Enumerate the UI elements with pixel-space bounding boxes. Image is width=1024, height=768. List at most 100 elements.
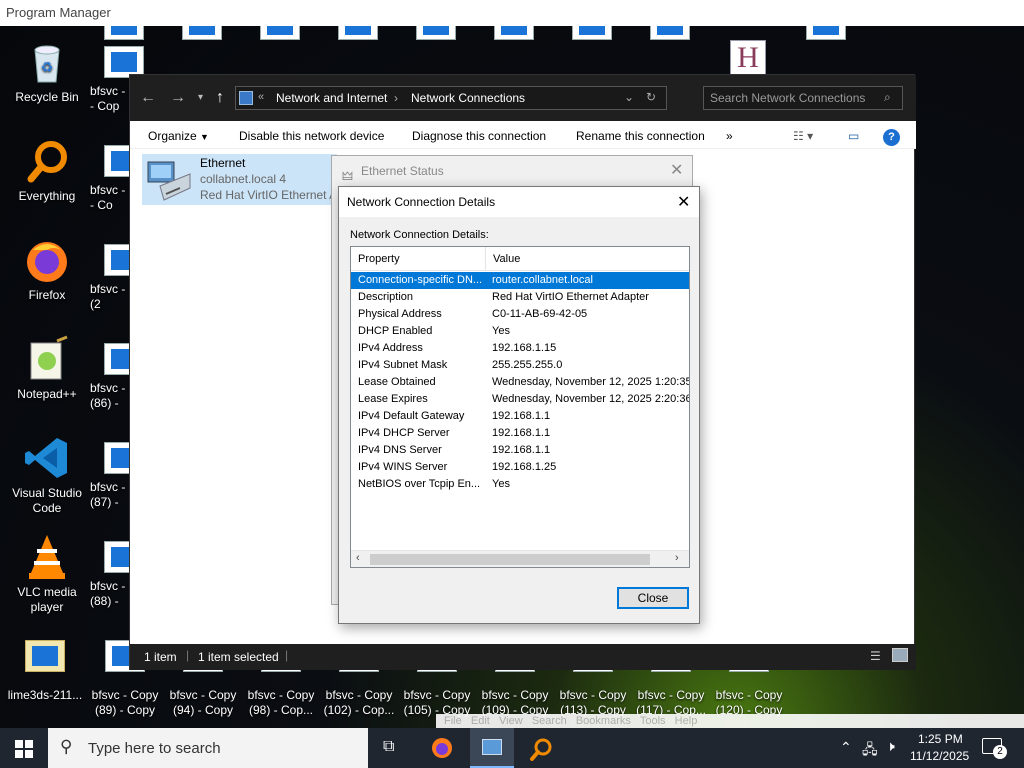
desktop-icon-recycle-bin[interactable]: ♻ Recycle Bin xyxy=(4,38,90,105)
details-row[interactable]: Description Red Hat VirtIO Ethernet Adapt… xyxy=(351,289,689,306)
item-count: 1 item xyxy=(144,650,177,664)
desktop-icon-label: Everything xyxy=(18,189,76,203)
property-cell: Description xyxy=(358,291,414,303)
desktop-icon-partial[interactable] xyxy=(572,26,612,40)
large-icons-view-icon[interactable] xyxy=(892,648,908,662)
back-icon[interactable]: ← xyxy=(140,89,156,107)
details-row[interactable]: IPv4 DHCP Server 192.168.1.1 xyxy=(351,425,689,442)
h-app-icon[interactable]: H xyxy=(730,40,766,76)
clock-time[interactable]: 1:25 PM xyxy=(918,732,963,746)
firefox-menubar: File Edit View Search Bookmarks Tools He… xyxy=(436,714,1024,728)
breadcrumb-item[interactable]: Network and Internet xyxy=(276,91,387,105)
desktop-icon-partial[interactable] xyxy=(416,26,456,40)
breadcrumb-overflow-icon[interactable]: « xyxy=(258,91,264,103)
details-row[interactable]: Lease Obtained Wednesday, November 12, 20… xyxy=(351,374,689,391)
desktop-icon-lime3ds[interactable]: lime3ds-211... xyxy=(6,640,84,703)
details-row[interactable]: Physical Address C0-11-AB-69-42-05 xyxy=(351,306,689,323)
taskbar-search[interactable]: ⚲ Type here to search xyxy=(48,728,368,768)
address-path[interactable]: « Network and Internet › Network Connect… xyxy=(235,86,667,110)
details-row[interactable]: IPv4 WINS Server 192.168.1.25 xyxy=(351,459,689,476)
desktop-icon-vscode[interactable]: Visual Studio Code xyxy=(4,434,90,516)
property-cell: Connection-specific DN... xyxy=(358,274,483,286)
search-box[interactable]: Search Network Connections ⌕ xyxy=(703,86,903,110)
network-details-dialog: Network Connection Details ✕ Network Con… xyxy=(338,186,700,624)
recent-dropdown-icon[interactable]: ▾ xyxy=(198,92,203,103)
view-options-icon[interactable]: ☷ ▾ xyxy=(793,125,813,147)
more-commands-button[interactable]: » xyxy=(726,125,733,147)
up-icon[interactable]: ↑ xyxy=(216,89,224,107)
forward-icon[interactable]: → xyxy=(170,89,186,107)
dialog-title: Network Connection Details xyxy=(347,195,496,209)
desktop-icon-label: bfsvc - (87) - xyxy=(90,480,126,509)
breadcrumb-item[interactable]: Network Connections xyxy=(411,91,525,105)
desktop-icon-firefox[interactable]: Firefox xyxy=(4,236,90,303)
scroll-right-icon[interactable]: › xyxy=(675,552,679,564)
details-view-icon[interactable]: ☰ xyxy=(870,649,881,663)
desktop-icon-label: bfsvc - (88) - xyxy=(90,579,126,608)
value-cell: 192.168.1.1 xyxy=(492,427,551,439)
details-row[interactable]: Connection-specific DN... router.collabne… xyxy=(351,272,689,289)
desktop-icon-vlc[interactable]: VLC media player xyxy=(4,533,90,615)
chevron-down-icon[interactable]: ⌄ xyxy=(624,90,634,104)
diagnose-button[interactable]: Diagnose this connection xyxy=(412,125,546,147)
details-row[interactable]: NetBIOS over Tcpip En... Yes xyxy=(351,476,689,493)
connection-name: Ethernet xyxy=(200,156,246,170)
close-button[interactable]: Close xyxy=(617,587,689,609)
property-cell: IPv4 DNS Server xyxy=(358,444,442,456)
close-icon[interactable]: ✕ xyxy=(677,192,690,212)
connection-network: collabnet.local 4 xyxy=(200,172,287,186)
desktop-icon-label: Notepad++ xyxy=(17,387,77,401)
scrollbar-thumb[interactable] xyxy=(370,554,650,565)
details-row[interactable]: DHCP Enabled Yes xyxy=(351,323,689,340)
rename-button[interactable]: Rename this connection xyxy=(576,125,705,147)
value-cell: Wednesday, November 12, 2025 1:20:35 xyxy=(492,376,689,388)
network-connections-icon xyxy=(482,739,502,755)
network-tray-icon[interactable]: 🖧 xyxy=(862,739,878,763)
desktop-icon-label: bfsvc - Copy (117) - Cop... xyxy=(636,688,706,717)
scroll-left-icon[interactable]: ‹ xyxy=(356,552,360,564)
ethernet-status-title: Ethernet Status xyxy=(361,164,444,178)
clock-date[interactable]: 11/12/2025 xyxy=(910,749,969,763)
desktop-icon-partial[interactable] xyxy=(650,26,690,40)
desktop-icon-partial[interactable] xyxy=(104,26,144,40)
network-connections-taskbar-button[interactable] xyxy=(470,728,514,768)
desktop-icon-partial[interactable] xyxy=(806,26,846,40)
details-row[interactable]: IPv4 DNS Server 192.168.1.1 xyxy=(351,442,689,459)
column-header-property[interactable]: Property xyxy=(351,247,486,271)
task-view-icon[interactable]: ⧉ xyxy=(383,738,394,756)
desktop-icon-partial[interactable] xyxy=(182,26,222,40)
close-icon[interactable]: ✕ xyxy=(670,160,683,180)
everything-taskbar-icon[interactable] xyxy=(529,737,553,761)
notification-count: 2 xyxy=(993,745,1007,759)
details-row[interactable]: IPv4 Default Gateway 192.168.1.1 xyxy=(351,408,689,425)
windows-start-icon[interactable] xyxy=(15,740,33,758)
value-cell: Yes xyxy=(492,325,510,337)
help-icon[interactable]: ? xyxy=(883,129,900,146)
disable-device-button[interactable]: Disable this network device xyxy=(239,125,384,147)
desktop-icon-label: Recycle Bin xyxy=(15,90,79,104)
horizontal-scrollbar[interactable]: ‹ › xyxy=(351,550,689,567)
ethernet-connection-item[interactable]: Ethernet collabnet.local 4 Red Hat VirtI… xyxy=(142,154,337,205)
column-header-value[interactable]: Value xyxy=(486,247,689,271)
volume-muted-icon[interactable]: 🕨 xyxy=(886,738,895,755)
desktop-icon-notepadpp[interactable]: Notepad++ xyxy=(4,335,90,402)
details-listview[interactable]: Property Value Connection-specific DN...… xyxy=(350,246,690,568)
preview-pane-icon[interactable]: ▭ xyxy=(848,125,859,147)
desktop-icon-partial[interactable] xyxy=(338,26,378,40)
property-cell: Lease Obtained xyxy=(358,376,436,388)
svg-text:♻: ♻ xyxy=(41,59,54,75)
desktop-icon-everything[interactable]: Everything xyxy=(4,137,90,204)
desktop-icon-label: bfsvc - Copy (89) - Copy xyxy=(91,688,159,717)
show-hidden-icons-icon[interactable]: ⌃ xyxy=(840,739,852,756)
desktop-icon-partial[interactable] xyxy=(494,26,534,40)
firefox-taskbar-icon[interactable] xyxy=(431,737,453,759)
search-icon: ⌕ xyxy=(884,90,891,104)
organize-button[interactable]: Organize ▼ xyxy=(148,125,209,147)
details-row[interactable]: IPv4 Address 192.168.1.15 xyxy=(351,340,689,357)
details-row[interactable]: Lease Expires Wednesday, November 12, 202… xyxy=(351,391,689,408)
refresh-icon[interactable]: ↻ xyxy=(646,90,656,104)
details-row[interactable]: IPv4 Subnet Mask 255.255.255.0 xyxy=(351,357,689,374)
desktop-icon-partial[interactable] xyxy=(260,26,300,40)
chevron-down-icon: ▼ xyxy=(200,132,209,142)
notification-center-icon[interactable]: 2 xyxy=(982,738,1007,759)
